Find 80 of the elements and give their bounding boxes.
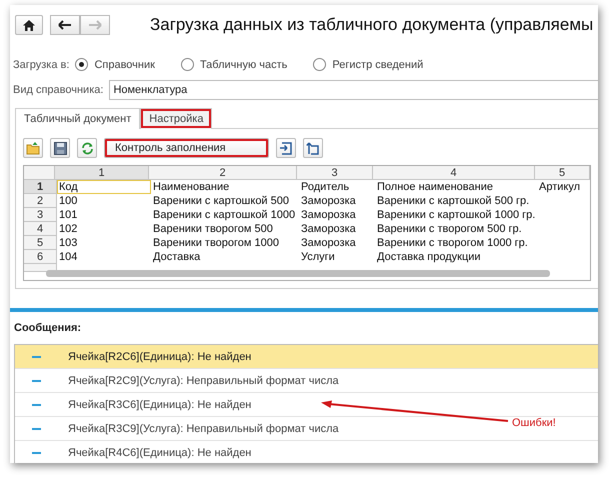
fill-check-button[interactable]: Контроль заполнения xyxy=(104,138,269,158)
sheet-cell-text: Заморозка xyxy=(300,236,357,250)
sheet-cell-text: 100 xyxy=(58,194,78,208)
sheet-cell-text: Вареники с картошкой 1000 xyxy=(152,208,296,222)
sheet-cell-text: 101 xyxy=(58,208,78,222)
folder-icon xyxy=(26,142,40,154)
arrow-into-frame-icon xyxy=(279,142,292,154)
sheet-cell-text: Вареники творогом 500 xyxy=(152,222,274,236)
radio-option[interactable]: Справочник xyxy=(75,58,155,71)
sheet-cell-text: 103 xyxy=(58,236,78,250)
message-row[interactable]: Ячейка[R4C6](Единица): Не найден xyxy=(15,441,598,463)
dash-icon xyxy=(32,356,41,358)
tab[interactable]: Табличный документ xyxy=(15,108,140,129)
sheet-cell-text: Услуги xyxy=(300,250,336,264)
message-row[interactable]: Ячейка[R3C6](Единица): Не найден xyxy=(15,393,598,417)
row-header: 6 xyxy=(24,250,57,264)
message-text: Ячейка[R2C6](Единица): Не найден xyxy=(68,350,252,362)
dash-icon xyxy=(32,428,41,430)
export-button[interactable] xyxy=(302,138,323,158)
sheet-cell-text: 104 xyxy=(58,250,78,264)
sheet-cell-text: Доставка xyxy=(152,250,202,264)
catalog-type-field[interactable]: Номенклатура xyxy=(109,80,598,100)
row-header: 4 xyxy=(24,222,57,236)
sheet-cell-text: Полное наименование xyxy=(376,180,494,194)
row-header: 2 xyxy=(24,194,57,208)
annotation-text: Ошибки! xyxy=(512,417,556,429)
sheet-cell-text: Наименование xyxy=(152,180,230,194)
message-text: Ячейка[R3C9](Услуга): Неправильный формат числа xyxy=(68,422,339,434)
dash-icon xyxy=(32,452,41,454)
row-header xyxy=(24,264,57,272)
dash-icon xyxy=(32,380,41,382)
sheet-cell-text: Артикул xyxy=(538,180,582,194)
sheet-cell-text: Вареники с творогом 1000 гр. xyxy=(376,236,529,250)
message-text: Ячейка[R2C9](Услуга): Неправильный формат числа xyxy=(68,374,339,386)
sheet-cell-text: Вареники с картошкой 1000 гр. xyxy=(376,208,536,222)
message-row[interactable]: Ячейка[R2C6](Единица): Не найден xyxy=(15,345,598,369)
catalog-type-label: Вид справочника: xyxy=(13,84,104,96)
row-header: 3 xyxy=(24,208,57,222)
back-button[interactable] xyxy=(50,15,80,35)
home-button[interactable] xyxy=(15,15,43,35)
tab[interactable]: Настройка xyxy=(140,108,212,129)
sheet-corner xyxy=(24,166,55,180)
radio-option[interactable]: Табличную часть xyxy=(180,58,288,71)
messages-title: Сообщения: xyxy=(13,321,82,334)
sheet-cell-text: Вареники с творогом 500 гр. xyxy=(376,222,523,236)
forward-arrow-icon xyxy=(88,20,102,30)
arrow-up-frame-icon xyxy=(306,142,320,154)
column-header: 1 xyxy=(55,166,149,180)
load-to-label: Загрузка в: xyxy=(13,58,70,70)
column-header: 3 xyxy=(297,166,373,180)
sheet-cell-text: Вареники творогом 1000 xyxy=(152,236,280,250)
row-header: 1 xyxy=(24,180,57,194)
column-header: 4 xyxy=(373,166,535,180)
save-button[interactable] xyxy=(50,138,70,158)
sheet-cell-text: 102 xyxy=(58,222,78,236)
import-button[interactable] xyxy=(276,138,296,158)
radio-option[interactable]: Регистр сведений xyxy=(313,58,424,71)
column-header: 2 xyxy=(149,166,297,180)
message-text: Ячейка[R3C6](Единица): Не найден xyxy=(68,398,252,410)
sheet-cell: Код xyxy=(57,180,151,194)
sheet-cell-text: Заморозка xyxy=(300,222,357,236)
refresh-icon xyxy=(80,142,94,154)
dash-icon xyxy=(32,404,41,406)
message-text: Ячейка[R4C6](Единица): Не найден xyxy=(68,446,252,458)
back-arrow-icon xyxy=(58,20,72,30)
row-header: 5 xyxy=(24,236,57,250)
scrollbar-thumb[interactable] xyxy=(46,270,550,277)
sheet-cell-text: Заморозка xyxy=(300,194,357,208)
sheet-cell-text: Вареники с картошкой 500 xyxy=(152,194,290,208)
sheet-cell-text: Вареники с картошкой 500 гр. xyxy=(376,194,530,208)
sheet-cell-text: Доставка продукции xyxy=(376,250,482,264)
window-title: Загрузка данных из табличного документа (управляемы xyxy=(150,15,594,35)
home-icon xyxy=(23,20,35,30)
message-row[interactable]: Ячейка[R2C9](Услуга): Неправильный формат числа xyxy=(15,369,598,393)
sheet-cell-text: Родитель xyxy=(300,180,350,194)
refresh-button[interactable] xyxy=(77,138,97,158)
column-header: 5 xyxy=(535,166,590,180)
open-folder-button[interactable] xyxy=(23,138,43,158)
sheet-cell-text: Заморозка xyxy=(300,208,357,222)
floppy-icon xyxy=(54,142,66,154)
